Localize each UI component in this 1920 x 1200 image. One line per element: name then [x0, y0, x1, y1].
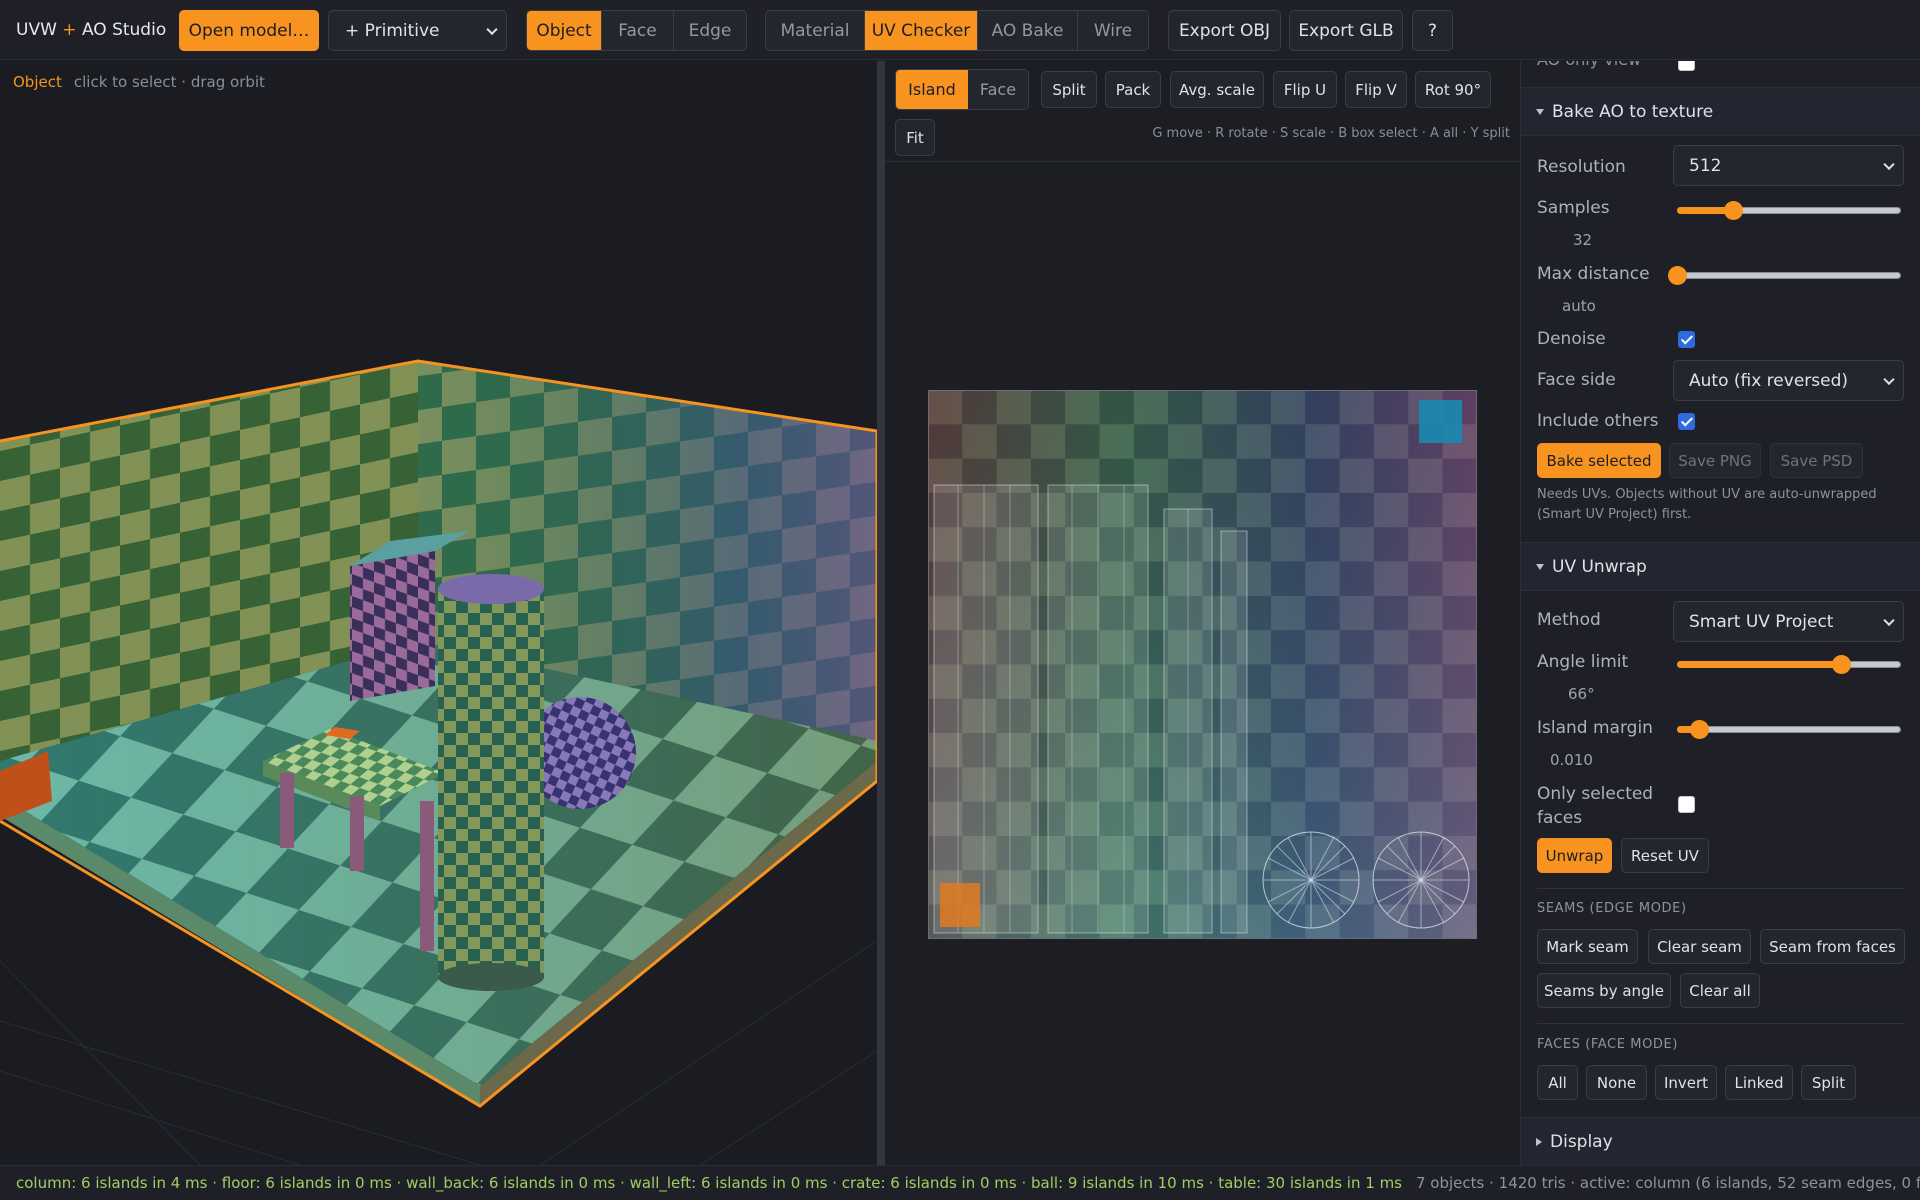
faces-heading: FACES (FACE MODE) — [1537, 1037, 1679, 1052]
clear-seam-button[interactable]: Clear seam — [1648, 929, 1751, 964]
view-ao-bake[interactable]: AO Bake — [978, 11, 1078, 50]
only-selected-faces-checkbox[interactable] — [1678, 796, 1695, 813]
reset-uv-button[interactable]: Reset UV — [1621, 838, 1709, 873]
save-png-button[interactable]: Save PNG — [1669, 443, 1761, 478]
divider — [1537, 1023, 1904, 1024]
include-others-checkbox[interactable] — [1678, 413, 1695, 430]
view-wire[interactable]: Wire — [1078, 11, 1148, 50]
status-bar: column: 6 islands in 4 ms · floor: 6 isl… — [0, 1165, 1920, 1200]
uv-mode-face[interactable]: Face — [967, 70, 1028, 109]
export-obj-button[interactable]: Export OBJ — [1168, 10, 1281, 51]
max-distance-value: auto — [1562, 297, 1596, 315]
uv-flip-u-button[interactable]: Flip U — [1273, 71, 1337, 108]
seams-by-angle-button[interactable]: Seams by angle — [1537, 973, 1671, 1008]
uv-fit-button[interactable]: Fit — [895, 119, 935, 156]
uv-mode-group: Island Face — [895, 69, 1029, 110]
uv-shortcuts-hint: G move · R rotate · S scale · B box sele… — [1152, 126, 1510, 141]
3d-viewport[interactable]: Object click to select · drag orbit — [0, 61, 877, 1165]
top-toolbar: UVW + AO Studio Open model… + Primitive … — [0, 0, 1920, 60]
view-material[interactable]: Material — [766, 11, 865, 50]
face-side-select[interactable]: Auto (fix reversed) — [1673, 360, 1904, 401]
bake-note: Needs UVs. Objects without UV are auto-u… — [1537, 487, 1877, 522]
faces-split-button[interactable]: Split — [1801, 1065, 1856, 1100]
uv-avg-scale-button[interactable]: Avg. scale — [1170, 71, 1264, 108]
status-log: column: 6 islands in 4 ms · floor: 6 isl… — [16, 1174, 1402, 1192]
select-mode-group: Object Face Edge — [526, 10, 747, 51]
method-label: Method — [1537, 610, 1601, 630]
uv-divider — [885, 161, 1521, 162]
only-selected-faces-label: Only selected faces — [1537, 784, 1654, 828]
samples-slider[interactable] — [1677, 201, 1901, 220]
ao-only-view-label: AO only view — [1537, 61, 1641, 69]
help-button[interactable]: ? — [1412, 10, 1453, 51]
chevron-down-icon — [1883, 373, 1895, 385]
export-glb-button[interactable]: Export GLB — [1289, 10, 1403, 51]
seam-from-faces-button[interactable]: Seam from faces — [1760, 929, 1905, 964]
uv-pack-button[interactable]: Pack — [1105, 71, 1161, 108]
status-info: 7 objects · 1420 tris · active: column (… — [1416, 1174, 1920, 1192]
divider — [1537, 888, 1904, 889]
view-mode-group: Material UV Checker AO Bake Wire — [765, 10, 1149, 51]
panel-splitter[interactable] — [877, 61, 885, 1165]
caret-down-icon — [1536, 108, 1544, 115]
angle-limit-label: Angle limit — [1537, 652, 1629, 672]
samples-label: Samples — [1537, 198, 1610, 218]
unwrap-button[interactable]: Unwrap — [1537, 838, 1612, 873]
angle-limit-slider[interactable] — [1677, 655, 1901, 674]
primitive-select[interactable]: + Primitive — [328, 10, 507, 51]
uv-flip-v-button[interactable]: Flip V — [1345, 71, 1407, 108]
resolution-select[interactable]: 512 — [1673, 145, 1904, 186]
ao-only-view-checkbox[interactable] — [1678, 61, 1695, 71]
clear-all-seams-button[interactable]: Clear all — [1680, 973, 1760, 1008]
max-distance-slider[interactable] — [1668, 266, 1901, 285]
view-uv-checker[interactable]: UV Checker — [865, 11, 978, 50]
unwrap-section-header[interactable]: UV Unwrap — [1521, 542, 1920, 591]
uv-checker-canvas[interactable] — [928, 390, 1477, 939]
faces-none-button[interactable]: None — [1586, 1065, 1647, 1100]
properties-sidebar: AO only view Bake AO to texture Resoluti… — [1521, 61, 1920, 1165]
faces-invert-button[interactable]: Invert — [1655, 1065, 1717, 1100]
uv-mode-island[interactable]: Island — [896, 70, 968, 109]
faces-linked-button[interactable]: Linked — [1725, 1065, 1793, 1100]
face-side-label: Face side — [1537, 370, 1616, 390]
island-margin-value: 0.010 — [1550, 751, 1593, 769]
chevron-down-icon — [1883, 158, 1895, 170]
samples-value: 32 — [1573, 231, 1593, 249]
denoise-label: Denoise — [1537, 329, 1606, 349]
app-title: UVW + AO Studio — [16, 20, 167, 40]
viewport-mode-label: Object click to select · drag orbit — [13, 73, 265, 91]
bake-selected-button[interactable]: Bake selected — [1537, 443, 1661, 478]
include-others-label: Include others — [1537, 411, 1659, 431]
caret-right-icon — [1536, 1137, 1542, 1146]
faces-all-button[interactable]: All — [1537, 1065, 1578, 1100]
mode-edge[interactable]: Edge — [674, 11, 746, 50]
open-model-button[interactable]: Open model… — [179, 10, 319, 51]
display-section-header[interactable]: Display — [1521, 1117, 1920, 1165]
seams-heading: SEAMS (EDGE MODE) — [1537, 901, 1687, 916]
chevron-down-icon — [1883, 614, 1895, 626]
uv-rot90-button[interactable]: Rot 90° — [1415, 71, 1491, 108]
island-margin-label: Island margin — [1537, 718, 1653, 738]
angle-limit-value: 66° — [1568, 685, 1595, 703]
caret-down-icon — [1536, 563, 1544, 570]
mode-object[interactable]: Object — [527, 11, 602, 50]
bake-section-header[interactable]: Bake AO to texture — [1521, 87, 1920, 136]
save-psd-button[interactable]: Save PSD — [1770, 443, 1863, 478]
max-distance-label: Max distance — [1537, 264, 1650, 284]
island-margin-slider[interactable] — [1677, 720, 1901, 739]
mode-face[interactable]: Face — [602, 11, 674, 50]
uv-split-button[interactable]: Split — [1041, 71, 1097, 108]
denoise-checkbox[interactable] — [1678, 331, 1695, 348]
scene-render — [0, 359, 877, 1165]
chevron-down-icon — [486, 23, 498, 35]
uv-editor: Island Face Split Pack Avg. scale Flip U… — [885, 61, 1521, 1165]
resolution-label: Resolution — [1537, 157, 1626, 177]
mark-seam-button[interactable]: Mark seam — [1537, 929, 1638, 964]
method-select[interactable]: Smart UV Project — [1673, 601, 1904, 642]
